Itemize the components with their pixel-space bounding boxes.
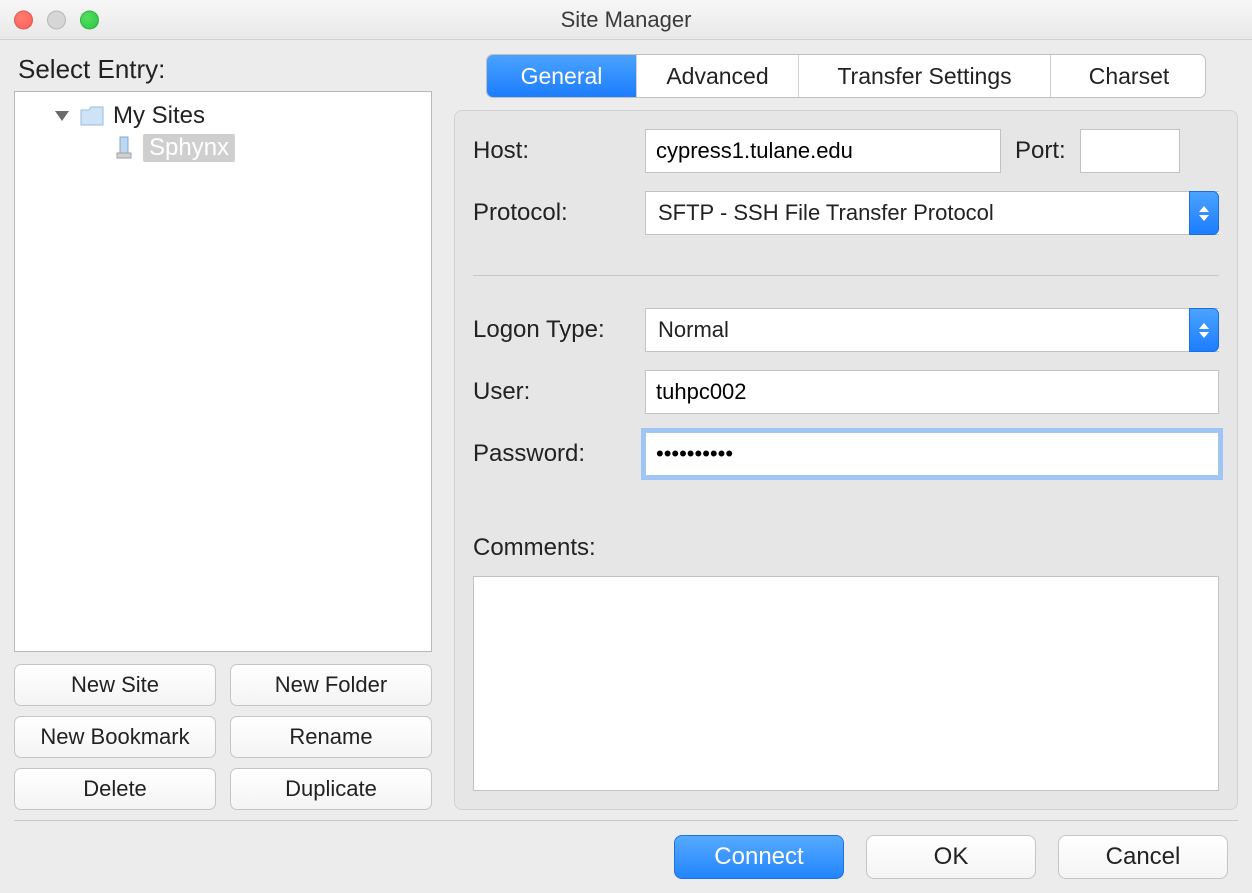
logon-type-select[interactable]: Normal <box>645 308 1219 352</box>
tab-advanced[interactable]: Advanced <box>637 55 799 97</box>
comments-label: Comments: <box>473 534 1219 562</box>
close-window-button[interactable] <box>14 10 33 29</box>
user-label: User: <box>473 378 631 406</box>
protocol-label: Protocol: <box>473 199 631 227</box>
connect-button[interactable]: Connect <box>674 835 844 879</box>
server-icon <box>113 135 135 161</box>
logon-type-value: Normal <box>645 308 1219 352</box>
disclosure-triangle-icon[interactable] <box>55 111 69 121</box>
minimize-window-button[interactable] <box>47 10 66 29</box>
host-input[interactable] <box>645 129 1001 173</box>
entry-buttons: New Site New Folder New Bookmark Rename … <box>14 664 432 810</box>
new-folder-button[interactable]: New Folder <box>230 664 432 706</box>
password-input[interactable] <box>645 432 1219 476</box>
tab-pane-general: Host: Port: Protocol: SFTP - SSH File Tr… <box>454 110 1238 810</box>
section-divider <box>473 275 1219 276</box>
host-label: Host: <box>473 137 631 165</box>
rename-button[interactable]: Rename <box>230 716 432 758</box>
new-bookmark-button[interactable]: New Bookmark <box>14 716 216 758</box>
settings-panel: General Advanced Transfer Settings Chars… <box>454 54 1238 810</box>
tree-item-label: Sphynx <box>143 134 235 162</box>
duplicate-button[interactable]: Duplicate <box>230 768 432 810</box>
logon-type-label: Logon Type: <box>473 316 631 344</box>
delete-button[interactable]: Delete <box>14 768 216 810</box>
ok-button[interactable]: OK <box>866 835 1036 879</box>
protocol-select[interactable]: SFTP - SSH File Transfer Protocol <box>645 191 1219 235</box>
folder-icon <box>79 104 105 128</box>
entry-panel: Select Entry: My Sites Sphynx <box>14 54 432 810</box>
comments-textarea[interactable] <box>473 576 1219 791</box>
password-label: Password: <box>473 440 631 468</box>
protocol-value: SFTP - SSH File Transfer Protocol <box>645 191 1219 235</box>
tree-root-label: My Sites <box>113 102 205 130</box>
dialog-buttons: Connect OK Cancel <box>0 821 1252 893</box>
tree-root-row[interactable]: My Sites <box>19 100 427 132</box>
tab-transfer-settings[interactable]: Transfer Settings <box>799 55 1051 97</box>
window-title: Site Manager <box>0 7 1252 33</box>
dropdown-arrows-icon <box>1189 308 1219 352</box>
cancel-button[interactable]: Cancel <box>1058 835 1228 879</box>
select-entry-label: Select Entry: <box>14 54 432 85</box>
tab-general[interactable]: General <box>487 55 637 97</box>
window-controls <box>14 10 99 29</box>
dropdown-arrows-icon <box>1189 191 1219 235</box>
tab-bar: General Advanced Transfer Settings Chars… <box>486 54 1206 98</box>
new-site-button[interactable]: New Site <box>14 664 216 706</box>
tab-charset[interactable]: Charset <box>1051 55 1206 97</box>
user-input[interactable] <box>645 370 1219 414</box>
port-label: Port: <box>1015 137 1066 165</box>
tree-item-selected[interactable]: Sphynx <box>19 132 427 164</box>
port-input[interactable] <box>1080 129 1180 173</box>
titlebar: Site Manager <box>0 0 1252 40</box>
site-tree[interactable]: My Sites Sphynx <box>14 91 432 652</box>
zoom-window-button[interactable] <box>80 10 99 29</box>
